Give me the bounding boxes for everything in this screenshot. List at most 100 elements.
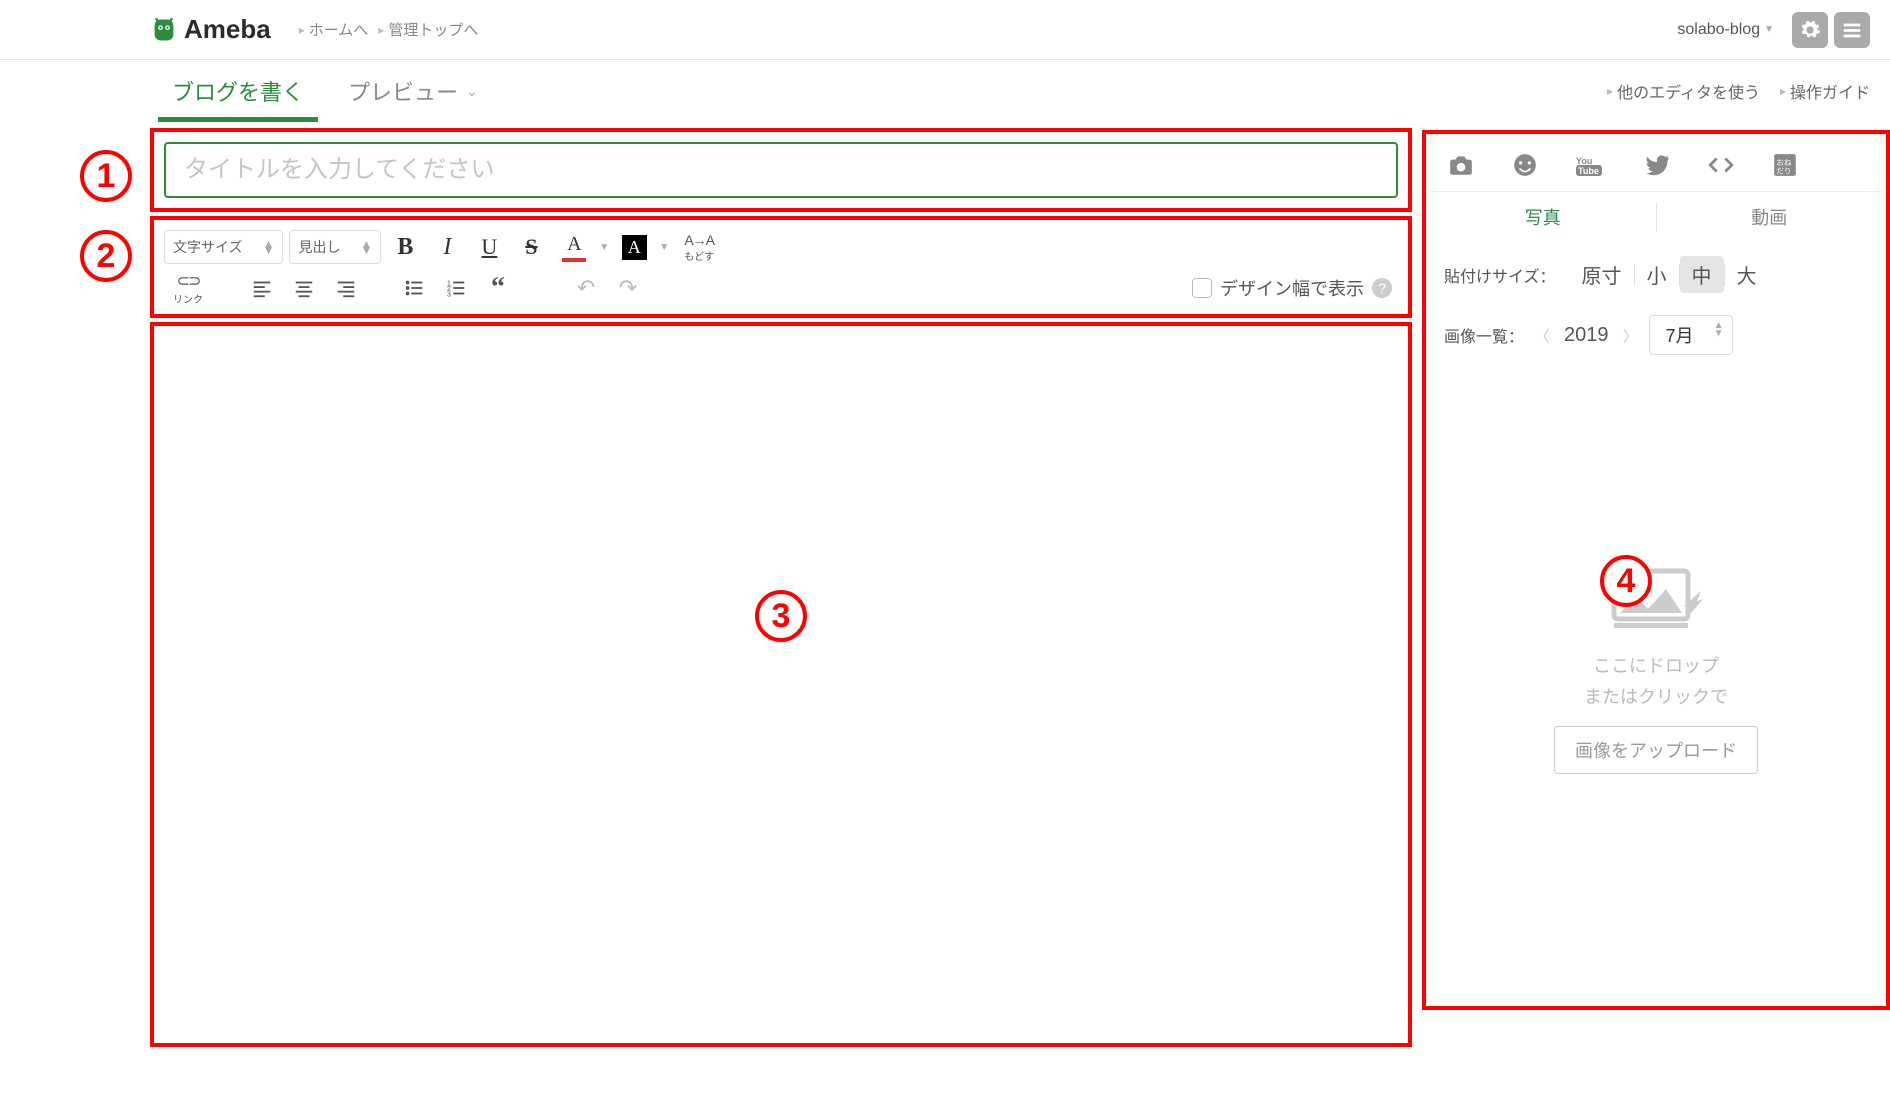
dropzone-line1: ここにドロップ: [1584, 651, 1728, 682]
gear-icon: [1799, 19, 1821, 41]
annotation-1: 1: [80, 150, 132, 202]
align-center-icon: [293, 277, 315, 299]
link-label: リンク: [173, 291, 203, 306]
menu-button[interactable]: [1834, 12, 1870, 48]
undo-button[interactable]: ↶: [568, 270, 604, 306]
strikethrough-button[interactable]: S: [513, 229, 549, 265]
text-color-a: A: [567, 233, 581, 256]
size-medium[interactable]: 中: [1680, 256, 1724, 293]
header-link-home[interactable]: ホームへ: [299, 19, 369, 40]
size-large[interactable]: 大: [1725, 256, 1769, 293]
annotation-2: 2: [80, 230, 132, 282]
tab-photo[interactable]: 写真: [1430, 192, 1656, 242]
right-panel: YouTube おねだり 写真 動画 貼付けサイズ： 原寸 小 中 大: [1422, 130, 1890, 1010]
align-right-icon: [335, 277, 357, 299]
bullet-list-button[interactable]: [396, 270, 432, 306]
toolbar: 文字サイズ ▲▼ 見出し ▲▼ B I U S A ▼ A: [150, 216, 1412, 318]
redo-button[interactable]: ↷: [610, 270, 646, 306]
dropzone-text: ここにドロップ またはクリックで: [1584, 651, 1728, 712]
text-color-bar: [562, 258, 586, 262]
gallery-label: 画像一覧：: [1444, 323, 1524, 347]
camera-icon[interactable]: [1448, 152, 1474, 178]
heading-select[interactable]: 見出し ▲▼: [289, 230, 381, 264]
svg-text:おね: おね: [1776, 158, 1792, 167]
editor-body[interactable]: [150, 322, 1412, 1047]
svg-text:だり: だり: [1776, 166, 1791, 175]
annotation-4: 4: [1600, 555, 1652, 607]
right-panel-tabs: 写真 動画: [1430, 192, 1882, 242]
reset-format-label: もどす: [684, 248, 714, 263]
top-header: Ameba ホームへ 管理トップへ solabo-blog ▼: [0, 0, 1890, 60]
font-size-label: 文字サイズ: [173, 237, 243, 257]
tab-video[interactable]: 動画: [1657, 192, 1883, 242]
italic-button[interactable]: I: [429, 229, 465, 265]
chevron-down-icon[interactable]: ▼: [659, 242, 669, 253]
header-link-admin[interactable]: 管理トップへ: [378, 19, 478, 40]
reset-format-button[interactable]: A→A もどす: [675, 232, 723, 263]
link-icon: ⊂⊃: [177, 271, 200, 291]
year-next[interactable]: 〉: [1623, 323, 1639, 347]
username-label: solabo-blog: [1677, 21, 1760, 39]
subnav: ブログを書く プレビュー ⌄ 他のエディタを使う 操作ガイド: [0, 60, 1890, 122]
twitter-icon[interactable]: [1644, 152, 1670, 178]
chevron-down-icon: ⌄: [466, 83, 478, 100]
design-width-label: デザイン幅で表示: [1220, 275, 1364, 301]
paste-size-row: 貼付けサイズ： 原寸 小 中 大: [1430, 242, 1882, 307]
hamburger-icon: [1841, 19, 1863, 41]
link-button[interactable]: ⊂⊃ リンク: [164, 271, 212, 306]
design-width-checkbox[interactable]: [1192, 278, 1212, 298]
text-color-button[interactable]: A: [555, 229, 593, 265]
link-guide[interactable]: 操作ガイド: [1780, 60, 1870, 122]
right-panel-toolbar: YouTube おねだり: [1430, 138, 1882, 192]
dropzone-line2: またはクリックで: [1584, 682, 1728, 713]
bullet-list-icon: [403, 277, 425, 299]
year-nav: 〈 2019 〉: [1534, 323, 1639, 347]
bold-button[interactable]: B: [387, 229, 423, 265]
align-right-button[interactable]: [328, 270, 364, 306]
paste-size-label: 貼付けサイズ：: [1444, 263, 1556, 287]
numbered-list-icon: 123: [445, 277, 467, 299]
size-original[interactable]: 原寸: [1570, 256, 1634, 293]
align-center-button[interactable]: [286, 270, 322, 306]
spinner-icon: ▲▼: [360, 241, 372, 253]
settings-button[interactable]: [1792, 12, 1828, 48]
gallery-row: 画像一覧： 〈 2019 〉 7月 ▲▼: [1430, 307, 1882, 363]
youtube-icon[interactable]: YouTube: [1576, 154, 1606, 176]
align-left-button[interactable]: [244, 270, 280, 306]
chevron-down-icon: ▼: [1764, 24, 1774, 35]
month-select[interactable]: 7月 ▲▼: [1649, 315, 1733, 355]
tab-write-blog[interactable]: ブログを書く: [150, 60, 326, 122]
svg-text:3: 3: [447, 289, 451, 298]
emoji-icon[interactable]: [1512, 152, 1538, 178]
code-icon[interactable]: [1708, 152, 1734, 178]
tab-preview[interactable]: プレビュー ⌄: [326, 60, 500, 122]
upload-button[interactable]: 画像をアップロード: [1554, 726, 1758, 774]
annotation-3: 3: [755, 590, 807, 642]
logo-text: Ameba: [184, 14, 271, 45]
bg-color-button[interactable]: A: [615, 229, 653, 265]
month-value: 7月: [1666, 326, 1694, 346]
year-prev[interactable]: 〈: [1534, 323, 1550, 347]
spinner-icon: ▲▼: [1714, 322, 1724, 338]
numbered-list-button[interactable]: 123: [438, 270, 474, 306]
quote-button[interactable]: “: [480, 270, 516, 306]
dropzone[interactable]: ここにドロップ またはクリックで 画像をアップロード: [1430, 363, 1882, 774]
user-dropdown[interactable]: solabo-blog ▼: [1677, 21, 1774, 39]
ameba-logo-icon: [150, 16, 178, 44]
onedari-icon[interactable]: おねだり: [1772, 152, 1798, 178]
reset-format-icon: A→A: [684, 232, 714, 248]
logo[interactable]: Ameba: [150, 14, 271, 45]
year-value: 2019: [1564, 324, 1609, 347]
heading-label: 見出し: [298, 237, 340, 257]
link-other-editor[interactable]: 他のエディタを使う: [1607, 60, 1760, 122]
right-column: YouTube おねだり 写真 動画 貼付けサイズ： 原寸 小 中 大: [1412, 122, 1890, 1097]
size-small[interactable]: 小: [1635, 256, 1679, 293]
svg-text:You: You: [1576, 156, 1592, 166]
help-icon[interactable]: ?: [1372, 278, 1392, 298]
title-area: [150, 128, 1412, 212]
title-input[interactable]: [164, 142, 1398, 198]
spinner-icon: ▲▼: [263, 241, 275, 253]
font-size-select[interactable]: 文字サイズ ▲▼: [164, 230, 283, 264]
chevron-down-icon[interactable]: ▼: [599, 242, 609, 253]
underline-button[interactable]: U: [471, 229, 507, 265]
